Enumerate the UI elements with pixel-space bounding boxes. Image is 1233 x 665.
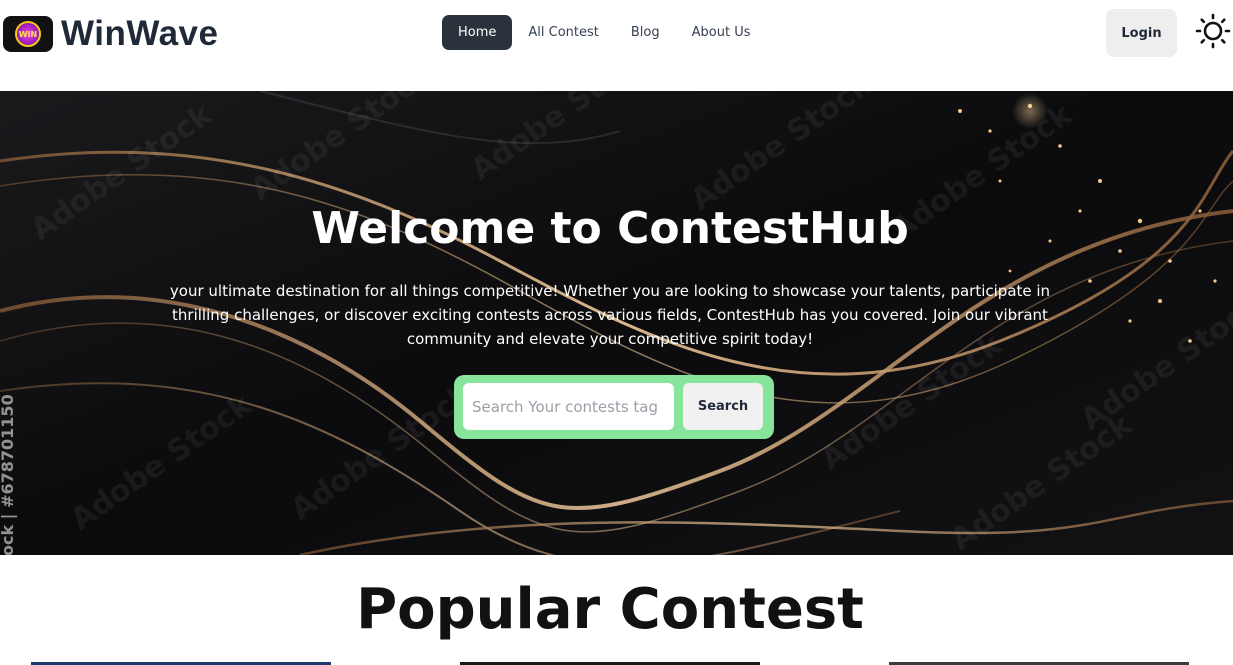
hero-title: Welcome to ContestHub: [311, 203, 909, 254]
nav-link-blog[interactable]: Blog: [615, 15, 676, 50]
section-title-popular: Popular Contest: [356, 577, 864, 642]
search-input[interactable]: [463, 383, 674, 430]
main-nav: Home All Contest Blog About Us: [442, 15, 766, 50]
hero-banner: Adobe Stock Adobe Stock Adobe Stock Adob…: [0, 91, 1233, 555]
login-button[interactable]: Login: [1106, 9, 1177, 57]
logo-text: WIN: [18, 29, 38, 39]
brand[interactable]: WIN WinWave: [3, 14, 218, 54]
brand-name: WinWave: [61, 14, 219, 53]
search-button[interactable]: Search: [683, 383, 763, 430]
nav-link-all-contest[interactable]: All Contest: [512, 15, 614, 50]
hero-description: your ultimate destination for all things…: [169, 282, 1051, 348]
trophy-logo-icon: WIN: [15, 21, 41, 47]
navbar: WIN WinWave Home All Contest Blog About …: [0, 0, 1233, 68]
search-form: Search: [454, 375, 774, 439]
sun-icon[interactable]: [1195, 13, 1231, 49]
nav-link-about-us[interactable]: About Us: [676, 15, 767, 50]
brand-logo: WIN: [3, 16, 53, 52]
nav-link-home[interactable]: Home: [442, 15, 513, 50]
side-watermark: ock | #678701150: [0, 394, 17, 555]
